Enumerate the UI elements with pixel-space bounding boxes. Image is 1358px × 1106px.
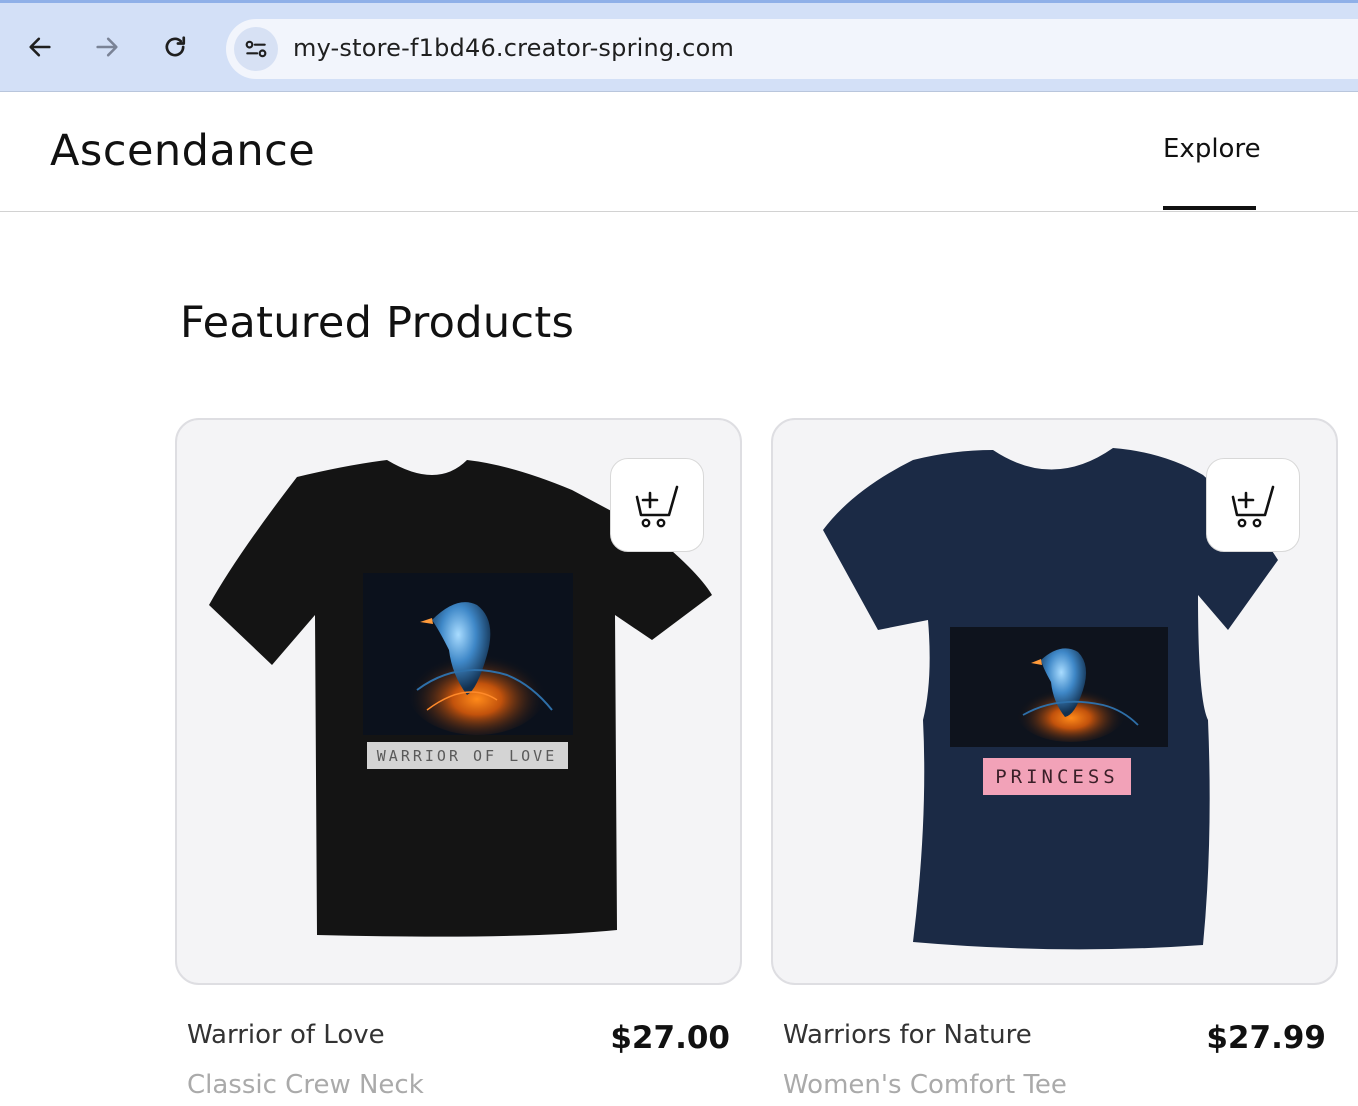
forward-button[interactable] xyxy=(89,29,125,65)
forward-arrow-icon xyxy=(96,37,118,57)
site-info-button[interactable] xyxy=(234,27,278,71)
reload-button[interactable] xyxy=(157,29,193,65)
nav-explore-link[interactable]: Explore xyxy=(1163,134,1261,164)
store-brand[interactable]: Ascendance xyxy=(50,126,315,176)
print-label-text: PRINCESS xyxy=(995,766,1119,788)
add-to-cart-button[interactable] xyxy=(1206,458,1300,552)
product-name[interactable]: Warrior of Love xyxy=(187,1020,385,1050)
product-card[interactable]: WARRIOR OF LOVE xyxy=(175,418,742,985)
product-style: Women's Comfort Tee xyxy=(783,1070,1067,1100)
section-title: Featured Products xyxy=(180,298,575,348)
active-nav-indicator xyxy=(1163,206,1256,210)
product-card[interactable]: PRINCESS xyxy=(771,418,1338,985)
back-button[interactable] xyxy=(22,29,58,65)
add-to-cart-icon xyxy=(635,485,679,528)
product-price: $27.99 xyxy=(1206,1020,1326,1056)
product-price: $27.00 xyxy=(610,1020,730,1056)
product-name[interactable]: Warriors for Nature xyxy=(783,1020,1032,1050)
add-to-cart-button[interactable] xyxy=(610,458,704,552)
back-arrow-icon xyxy=(29,37,51,57)
reload-icon xyxy=(165,36,186,57)
store-header: Ascendance Explore xyxy=(0,92,1358,212)
browser-toolbar: my-store-f1bd46.creator-spring.com xyxy=(0,0,1358,92)
address-bar[interactable]: my-store-f1bd46.creator-spring.com xyxy=(226,19,1358,79)
product-style: Classic Crew Neck xyxy=(187,1070,424,1100)
url-text[interactable]: my-store-f1bd46.creator-spring.com xyxy=(293,34,734,62)
print-label-text: WARRIOR OF LOVE xyxy=(377,747,557,765)
site-settings-icon xyxy=(245,40,267,58)
add-to-cart-icon xyxy=(1231,485,1275,528)
